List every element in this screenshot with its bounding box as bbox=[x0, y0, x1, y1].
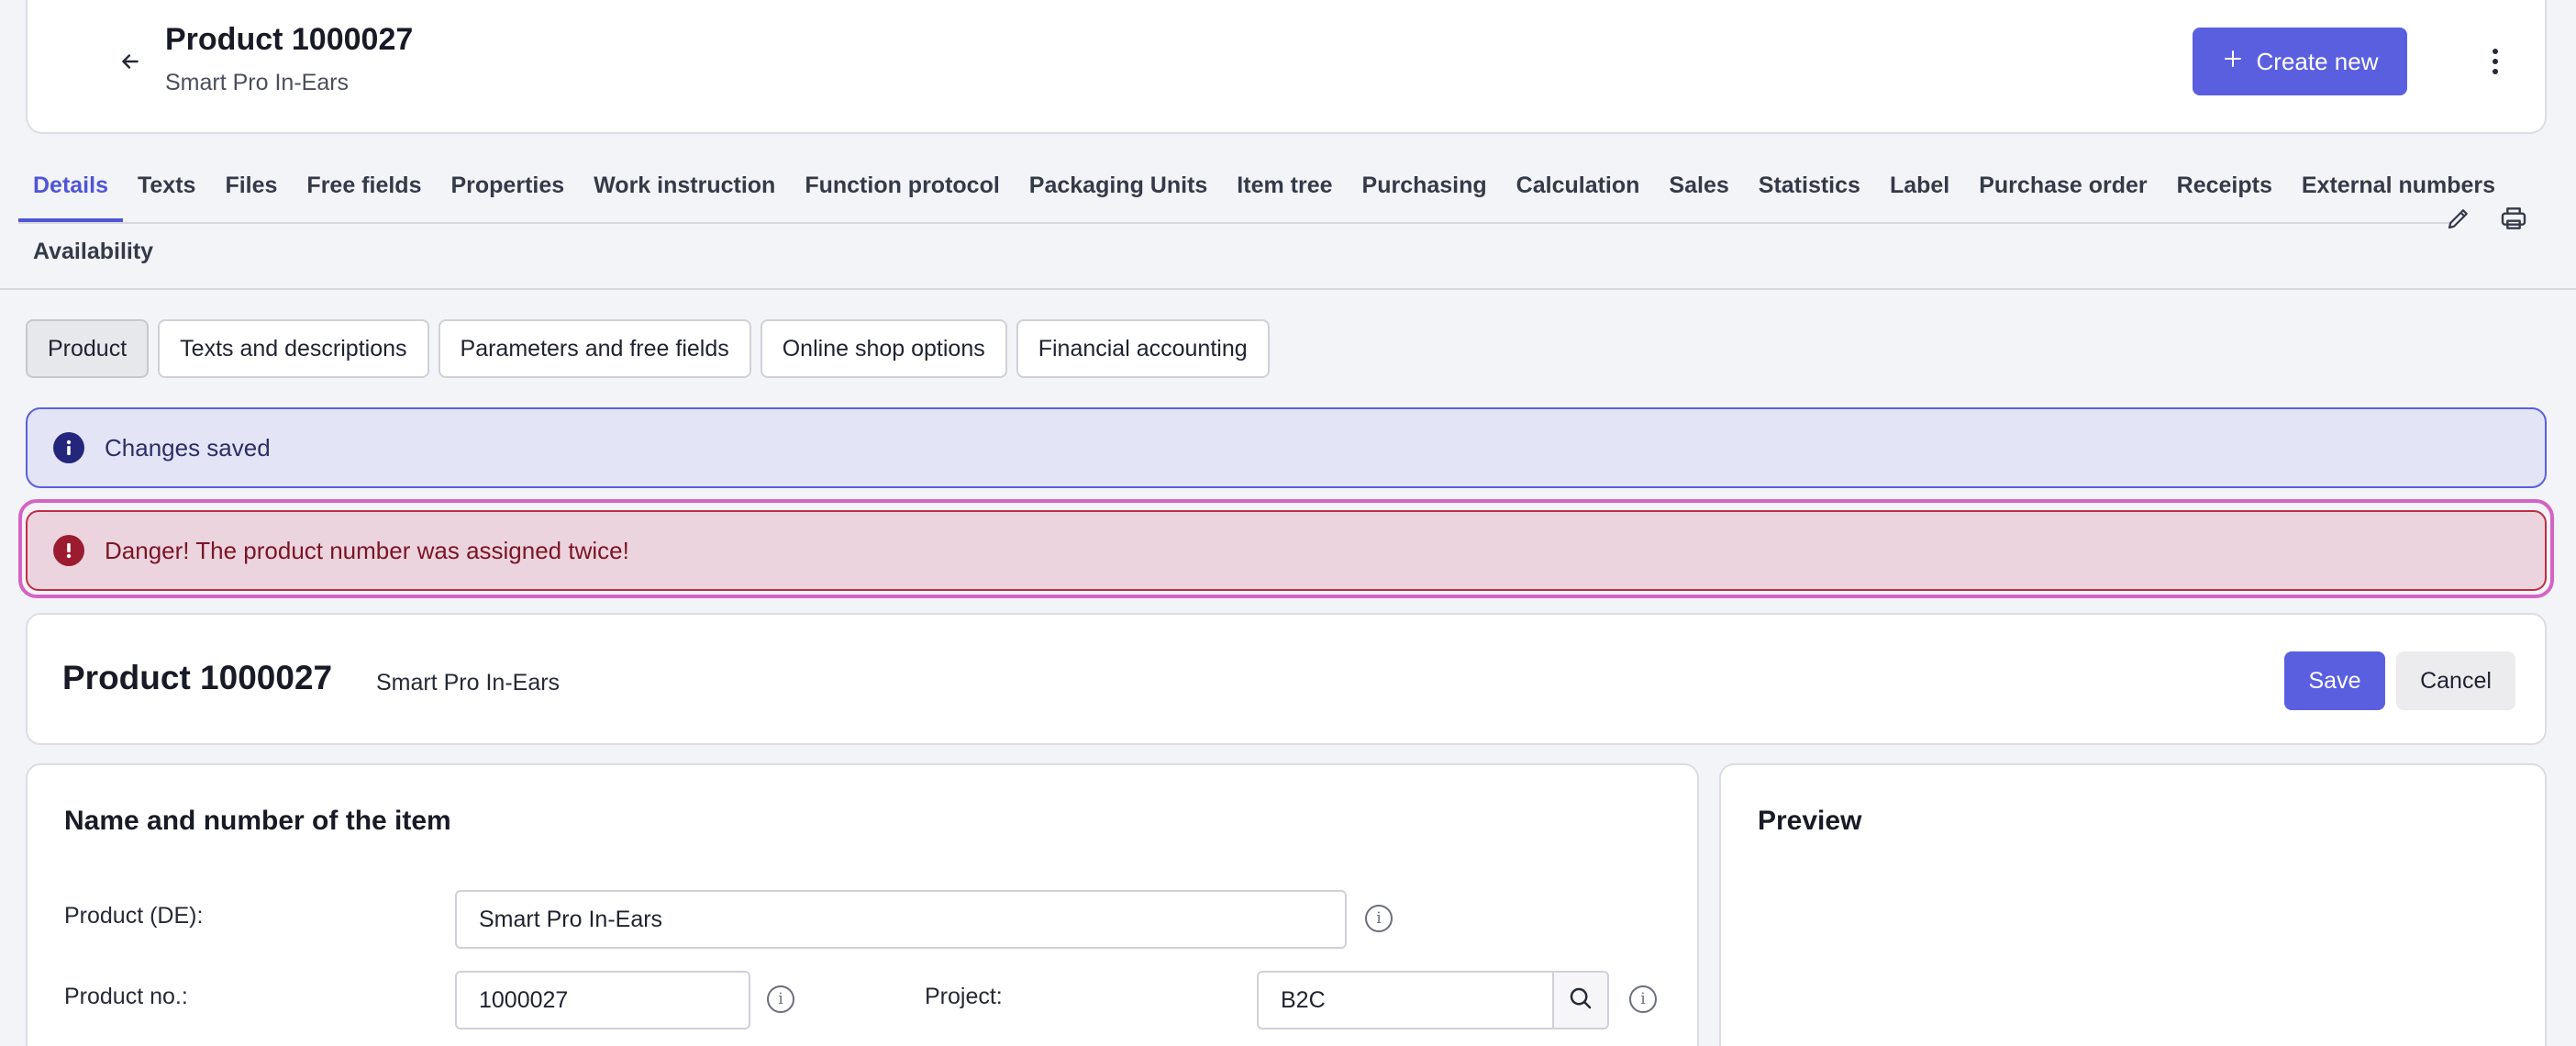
tab-packaging-units[interactable]: Packaging Units bbox=[1015, 161, 1223, 222]
tab-actions bbox=[2440, 200, 2532, 237]
tab-sales[interactable]: Sales bbox=[1654, 161, 1743, 222]
subnav-online-shop-options[interactable]: Online shop options bbox=[760, 319, 1007, 378]
product-edit-bar: Product 1000027 Smart Pro In-Ears Save C… bbox=[26, 613, 2547, 745]
tab-label[interactable]: Label bbox=[1875, 161, 1964, 222]
info-circle-icon[interactable]: i bbox=[767, 985, 794, 1013]
product-subtitle: Smart Pro In-Ears bbox=[376, 670, 561, 695]
tabs-divider bbox=[0, 288, 2576, 290]
project-label: Project: bbox=[925, 984, 1003, 1009]
project-input[interactable]: B2C bbox=[1257, 971, 1554, 1029]
tab-function-protocol[interactable]: Function protocol bbox=[790, 161, 1014, 222]
info-alert-text: Changes saved bbox=[105, 433, 271, 462]
subnav-product[interactable]: Product bbox=[26, 319, 150, 378]
subnav-parameters-free-fields[interactable]: Parameters and free fields bbox=[438, 319, 751, 378]
product-de-label: Product (DE): bbox=[64, 903, 204, 929]
tab-files[interactable]: Files bbox=[210, 161, 292, 222]
section-title: Name and number of the item bbox=[64, 806, 451, 836]
tab-bar: Details Texts Files Free fields Properti… bbox=[18, 161, 2495, 224]
pencil-icon[interactable] bbox=[2440, 200, 2477, 237]
cancel-button[interactable]: Cancel bbox=[2396, 651, 2515, 710]
product-title: Product 1000027 bbox=[62, 659, 333, 696]
info-alert: Changes saved bbox=[26, 407, 2547, 488]
danger-alert-text: Danger! The product number was assigned … bbox=[105, 536, 629, 564]
info-circle-icon[interactable]: i bbox=[1365, 905, 1393, 932]
item-name-number-panel: Name and number of the item Product (DE)… bbox=[26, 763, 1699, 1046]
product-no-label: Product no.: bbox=[64, 984, 188, 1009]
save-button[interactable]: Save bbox=[2284, 651, 2385, 710]
subnav-texts-descriptions[interactable]: Texts and descriptions bbox=[158, 319, 429, 378]
back-button[interactable] bbox=[103, 42, 158, 84]
search-icon bbox=[1567, 985, 1594, 1017]
product-de-input[interactable]: Smart Pro In-Ears bbox=[455, 890, 1347, 949]
product-header: Product 1000027 Smart Pro In-Ears Create… bbox=[26, 0, 2547, 134]
more-options-button[interactable] bbox=[2471, 40, 2519, 86]
subnav-financial-accounting[interactable]: Financial accounting bbox=[1016, 319, 1270, 378]
tab-work-instruction[interactable]: Work instruction bbox=[579, 161, 790, 222]
tab-free-fields[interactable]: Free fields bbox=[292, 161, 436, 222]
project-search-button[interactable] bbox=[1552, 971, 1609, 1029]
exclamation-icon bbox=[53, 535, 84, 566]
section-subnav: Product Texts and descriptions Parameter… bbox=[26, 319, 1270, 378]
tab-receipts[interactable]: Receipts bbox=[2162, 161, 2287, 222]
tab-calculation[interactable]: Calculation bbox=[1502, 161, 1655, 222]
tab-availability[interactable]: Availability bbox=[18, 229, 168, 290]
create-new-button[interactable]: Create new bbox=[2193, 28, 2407, 95]
tab-purchase-order[interactable]: Purchase order bbox=[1964, 161, 2161, 222]
tab-purchasing[interactable]: Purchasing bbox=[1348, 161, 1502, 222]
kebab-vertical-icon bbox=[2491, 47, 2500, 81]
tab-statistics[interactable]: Statistics bbox=[1744, 161, 1875, 222]
preview-title: Preview bbox=[1758, 806, 1862, 836]
create-new-label: Create new bbox=[2256, 47, 2379, 75]
tab-details[interactable]: Details bbox=[18, 161, 123, 222]
tab-texts[interactable]: Texts bbox=[123, 161, 210, 222]
product-no-input[interactable]: 1000027 bbox=[455, 971, 750, 1029]
danger-alert: Danger! The product number was assigned … bbox=[26, 510, 2547, 591]
page-subtitle: Smart Pro In-Ears bbox=[165, 70, 350, 95]
tab-item-tree[interactable]: Item tree bbox=[1222, 161, 1347, 222]
preview-panel: Preview bbox=[1719, 763, 2547, 1046]
info-icon bbox=[53, 432, 84, 463]
tab-bar-row-2: Availability bbox=[18, 229, 168, 281]
arrow-left-icon bbox=[118, 50, 142, 78]
tab-properties[interactable]: Properties bbox=[436, 161, 579, 222]
plus-icon bbox=[2222, 48, 2244, 76]
page-title: Product 1000027 bbox=[165, 22, 414, 57]
info-circle-icon[interactable]: i bbox=[1629, 985, 1657, 1013]
printer-icon[interactable] bbox=[2495, 200, 2532, 237]
